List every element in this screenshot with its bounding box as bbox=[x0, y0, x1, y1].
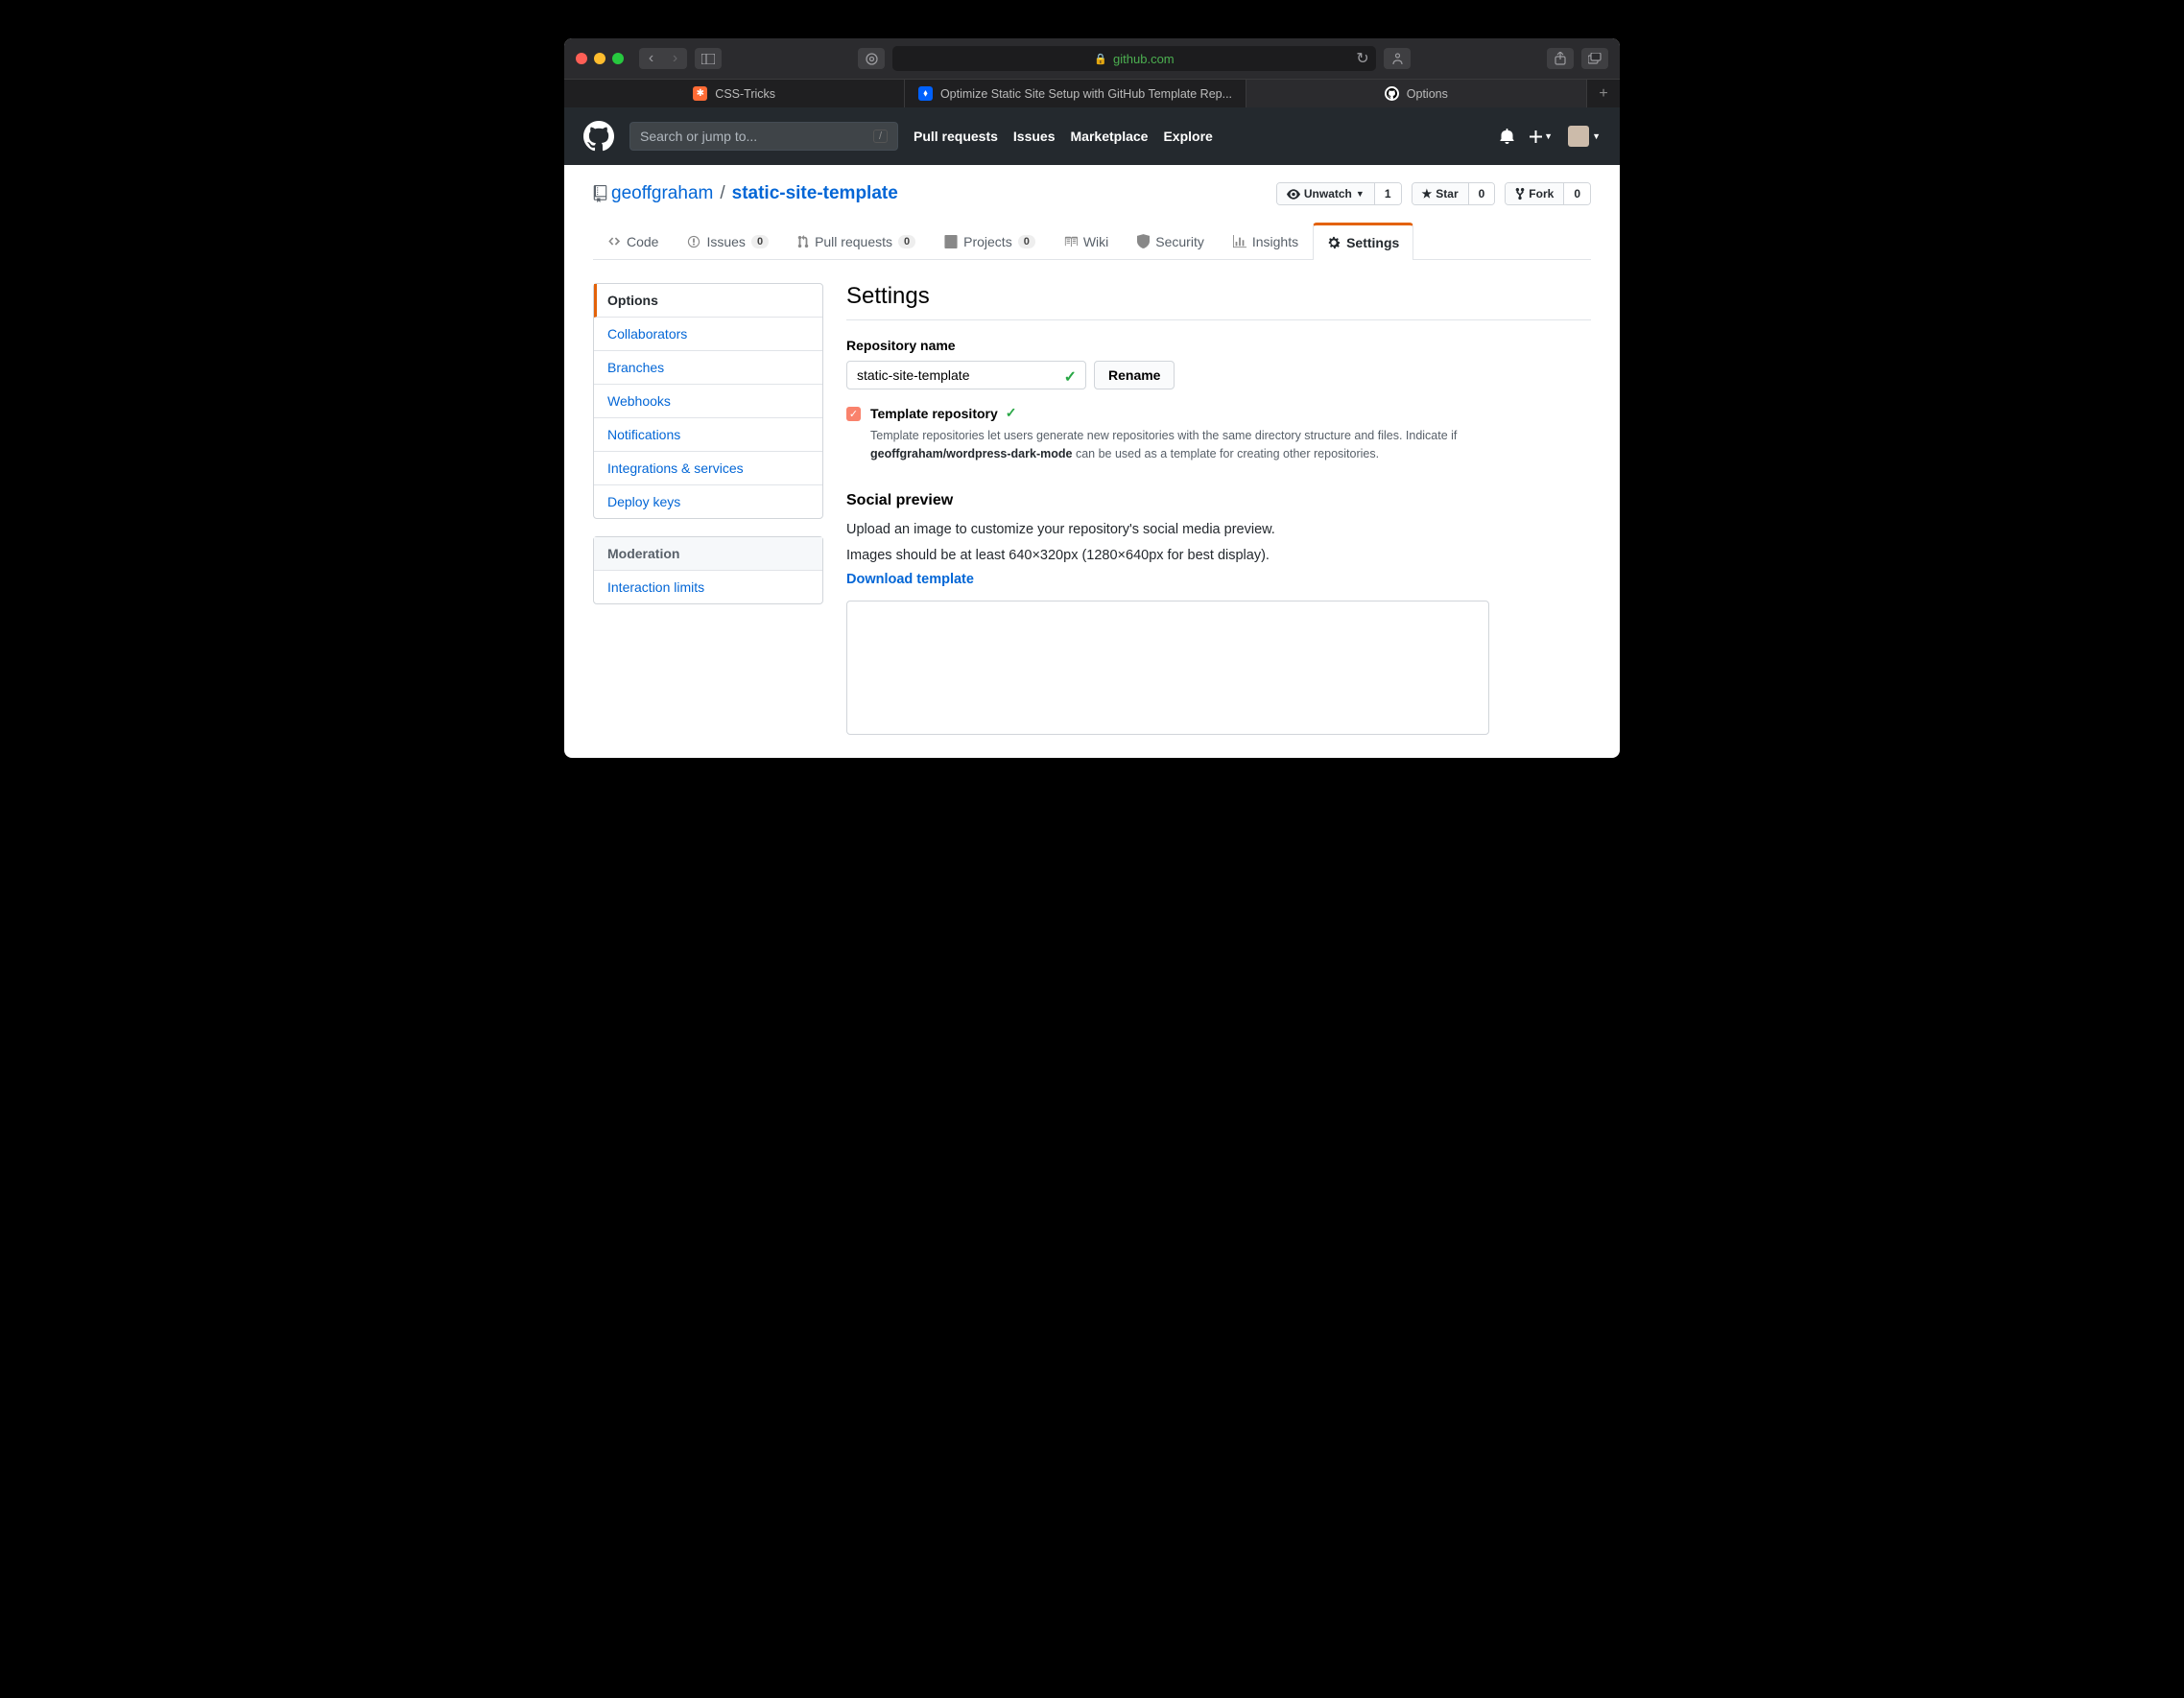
nav-explore[interactable]: Explore bbox=[1163, 129, 1212, 144]
github-header-right: ▼ ▼ bbox=[1500, 126, 1601, 147]
template-help-text: Template repositories let users generate… bbox=[870, 427, 1591, 463]
tab-settings[interactable]: Settings bbox=[1313, 223, 1413, 260]
sidebar-item-branches[interactable]: Branches bbox=[594, 351, 822, 385]
tab-projects[interactable]: Projects0 bbox=[930, 223, 1050, 259]
settings-main: Settings Repository name ✓ Rename ✓ Temp… bbox=[846, 283, 1591, 735]
sidebar-item-interaction-limits[interactable]: Interaction limits bbox=[594, 571, 822, 603]
social-preview-heading: Social preview bbox=[846, 492, 1591, 509]
css-tricks-icon: ✱ bbox=[693, 86, 707, 101]
page-title: Settings bbox=[846, 283, 1591, 320]
minimize-dot[interactable] bbox=[594, 53, 605, 64]
back-button[interactable]: ‹ bbox=[639, 50, 663, 67]
star-icon: ★ bbox=[1422, 187, 1433, 200]
zoom-dot[interactable] bbox=[612, 53, 624, 64]
repo-name-label: Repository name bbox=[846, 338, 1591, 353]
github-nav: Pull requests Issues Marketplace Explore bbox=[914, 129, 1213, 144]
book-icon bbox=[1064, 235, 1078, 248]
rename-button[interactable]: Rename bbox=[1094, 361, 1175, 389]
url-bar[interactable]: 🔒 github.com bbox=[892, 46, 1376, 71]
notifications-icon[interactable] bbox=[1500, 129, 1514, 144]
sidebar-item-integrations[interactable]: Integrations & services bbox=[594, 452, 822, 485]
privacy-button[interactable] bbox=[858, 48, 885, 69]
repo-title: geoffgraham / static-site-template bbox=[593, 183, 898, 204]
project-icon bbox=[944, 235, 958, 248]
close-dot[interactable] bbox=[576, 53, 587, 64]
lock-icon: 🔒 bbox=[1094, 53, 1107, 65]
sidebar-item-collaborators[interactable]: Collaborators bbox=[594, 318, 822, 351]
star-button[interactable]: ★Star 0 bbox=[1412, 182, 1496, 205]
share-button[interactable] bbox=[1547, 48, 1574, 69]
traffic-lights bbox=[576, 53, 624, 64]
social-preview-text-2: Images should be at least 640×320px (128… bbox=[846, 545, 1591, 567]
gear-icon bbox=[1327, 236, 1341, 249]
repo-tabs: Code Issues0 Pull requests0 Projects0 Wi… bbox=[593, 223, 1591, 260]
graph-icon bbox=[1233, 235, 1246, 248]
sidebar-toggle[interactable] bbox=[695, 48, 722, 69]
browser-tab-github[interactable]: Options bbox=[1246, 80, 1587, 107]
social-preview-text-1: Upload an image to customize your reposi… bbox=[846, 519, 1591, 541]
repo-name-input[interactable] bbox=[846, 361, 1086, 389]
repo-actions: Unwatch ▼ 1 ★Star 0 Fork 0 bbox=[1276, 182, 1591, 205]
sidebar-item-webhooks[interactable]: Webhooks bbox=[594, 385, 822, 418]
issues-icon bbox=[687, 235, 700, 248]
shield-icon bbox=[1137, 234, 1150, 248]
tab-pull-requests[interactable]: Pull requests0 bbox=[783, 223, 930, 259]
settings-sidebar: Options Collaborators Branches Webhooks … bbox=[593, 283, 823, 735]
check-icon: ✓ bbox=[1064, 367, 1077, 387]
download-template-link[interactable]: Download template bbox=[846, 572, 974, 587]
reader-button[interactable] bbox=[1384, 48, 1411, 69]
nav-buttons: ‹ › bbox=[639, 48, 687, 69]
new-tab-button[interactable]: + bbox=[1587, 80, 1620, 107]
tab-security[interactable]: Security bbox=[1123, 223, 1219, 259]
check-icon: ✓ bbox=[1006, 405, 1017, 421]
repo-head: geoffgraham / static-site-template Unwat… bbox=[564, 165, 1620, 260]
fork-icon bbox=[1515, 187, 1525, 200]
nav-issues[interactable]: Issues bbox=[1013, 129, 1056, 144]
fork-button[interactable]: Fork 0 bbox=[1505, 182, 1591, 205]
browser-window: ‹ › 🔒 github.com ↻ bbox=[564, 38, 1620, 758]
browser-tabs: ✱ CSS-Tricks ⬧ Optimize Static Site Setu… bbox=[564, 79, 1620, 107]
browser-toolbar: ‹ › 🔒 github.com ↻ bbox=[564, 38, 1620, 79]
repo-icon bbox=[593, 185, 607, 202]
tab-wiki[interactable]: Wiki bbox=[1050, 223, 1123, 259]
sidebar-moderation-header: Moderation bbox=[594, 537, 822, 571]
template-checkbox-label: Template repository ✓ bbox=[870, 405, 1017, 421]
slash-key-icon: / bbox=[873, 130, 888, 143]
template-checkbox[interactable]: ✓ bbox=[846, 407, 861, 421]
repo-owner-link[interactable]: geoffgraham bbox=[611, 183, 713, 204]
tab-code[interactable]: Code bbox=[593, 223, 673, 259]
social-preview-upload[interactable] bbox=[846, 601, 1489, 735]
tab-insights[interactable]: Insights bbox=[1219, 223, 1313, 259]
sidebar-item-options[interactable]: Options bbox=[594, 284, 822, 318]
code-icon bbox=[607, 235, 621, 248]
browser-tab-css-tricks[interactable]: ✱ CSS-Tricks bbox=[564, 80, 905, 107]
nav-pull-requests[interactable]: Pull requests bbox=[914, 129, 998, 144]
forward-button[interactable]: › bbox=[663, 50, 687, 67]
browser-chrome: ‹ › 🔒 github.com ↻ bbox=[564, 38, 1620, 107]
github-logo[interactable] bbox=[583, 121, 614, 152]
tabs-button[interactable] bbox=[1581, 48, 1608, 69]
git-pull-request-icon bbox=[797, 235, 809, 248]
github-header: Search or jump to... / Pull requests Iss… bbox=[564, 107, 1620, 165]
url-domain: github.com bbox=[1113, 52, 1175, 66]
reload-button[interactable]: ↻ bbox=[1349, 48, 1376, 69]
page-body: Options Collaborators Branches Webhooks … bbox=[564, 260, 1620, 758]
user-menu[interactable]: ▼ bbox=[1568, 126, 1601, 147]
github-icon bbox=[1385, 86, 1399, 101]
browser-tab-dropbox[interactable]: ⬧ Optimize Static Site Setup with GitHub… bbox=[905, 80, 1246, 107]
watch-button[interactable]: Unwatch ▼ 1 bbox=[1276, 182, 1402, 205]
tab-issues[interactable]: Issues0 bbox=[673, 223, 783, 259]
add-dropdown[interactable]: ▼ bbox=[1530, 130, 1553, 143]
sidebar-item-deploy-keys[interactable]: Deploy keys bbox=[594, 485, 822, 518]
repo-name-link[interactable]: static-site-template bbox=[732, 183, 898, 204]
nav-marketplace[interactable]: Marketplace bbox=[1071, 129, 1149, 144]
sidebar-item-notifications[interactable]: Notifications bbox=[594, 418, 822, 452]
github-search[interactable]: Search or jump to... / bbox=[629, 122, 898, 151]
eye-icon bbox=[1287, 189, 1300, 200]
avatar bbox=[1568, 126, 1589, 147]
dropbox-icon: ⬧ bbox=[918, 86, 933, 101]
